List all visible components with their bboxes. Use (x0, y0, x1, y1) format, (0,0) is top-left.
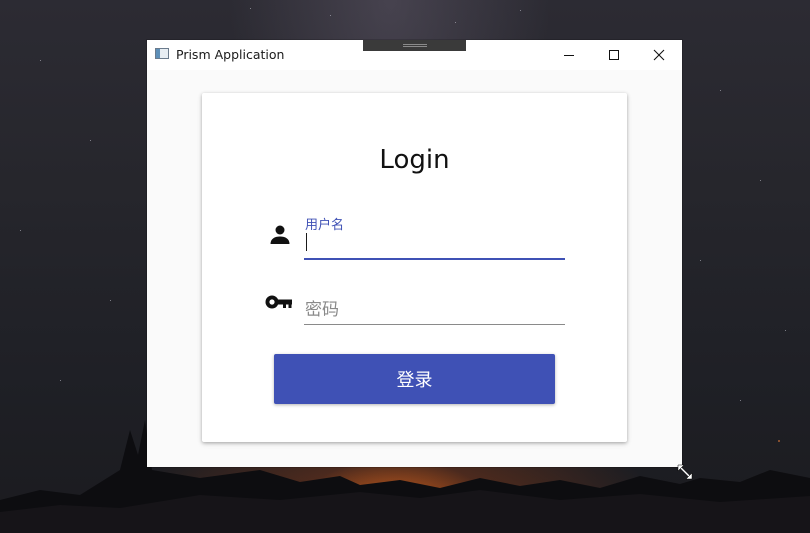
minimize-button[interactable] (546, 40, 591, 70)
close-icon (653, 49, 664, 61)
maximize-button[interactable] (591, 40, 636, 70)
login-heading: Login (379, 145, 450, 175)
username-underline (304, 258, 565, 260)
password-field[interactable]: 密码 (304, 293, 565, 325)
window-title: Prism Application (176, 47, 285, 62)
login-card: Login 用户名 密码 登录 (202, 93, 627, 442)
password-underline (304, 324, 565, 325)
password-placeholder: 密码 (305, 300, 339, 320)
user-icon (270, 225, 290, 244)
username-label: 用户名 (305, 218, 345, 233)
username-field[interactable]: 用户名 (304, 213, 565, 260)
login-button[interactable]: 登录 (274, 354, 555, 404)
app-icon (155, 48, 169, 59)
minimize-icon (563, 55, 574, 56)
title-bar[interactable]: Prism Application (147, 40, 682, 70)
maximize-icon (608, 50, 619, 60)
drag-handle-icon[interactable] (363, 40, 466, 51)
app-window: Prism Application Login 用户名 密码 登录 (147, 40, 682, 467)
close-button[interactable] (636, 40, 681, 70)
key-icon (265, 295, 292, 309)
login-button-label: 登录 (396, 370, 433, 391)
resize-cursor-icon (677, 464, 693, 480)
text-caret (306, 233, 307, 251)
